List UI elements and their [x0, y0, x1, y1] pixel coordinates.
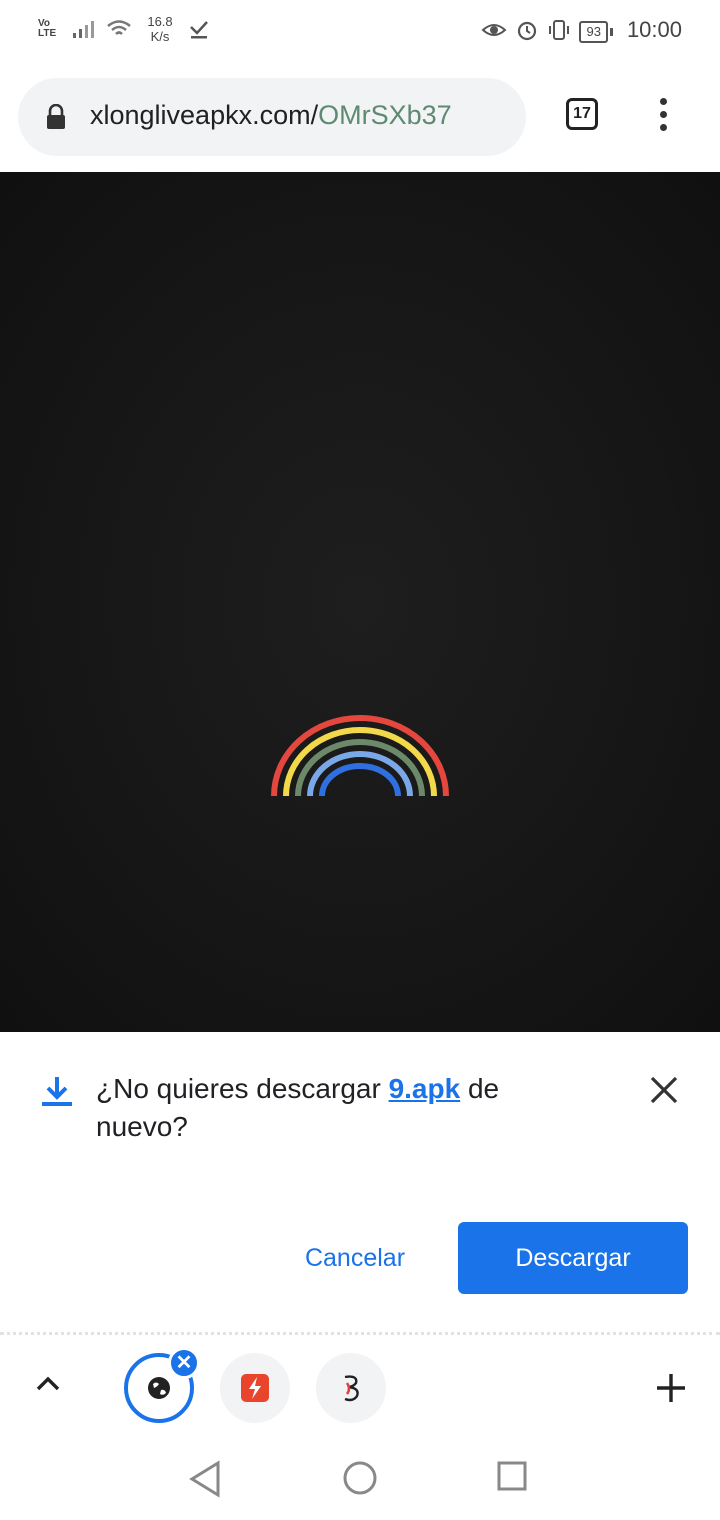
home-icon[interactable]	[342, 1460, 378, 1496]
rainbow-loader-icon	[271, 715, 449, 797]
menu-dot	[659, 98, 667, 105]
menu-dot	[659, 111, 667, 118]
lightning-app-icon	[241, 1374, 269, 1402]
download-prompt: ¿No quieres descargar 9.apk de nuevo? Ca…	[0, 1032, 720, 1332]
tab-strip: ✕	[0, 1332, 720, 1441]
alarm-icon	[518, 21, 537, 40]
wifi-icon	[107, 20, 131, 35]
menu-button[interactable]	[656, 98, 670, 138]
url-text[interactable]: xlongliveapkx.com/OMrSXb37	[90, 100, 520, 131]
network-speed-unit: K/s	[150, 29, 170, 44]
status-left: Vo LTE 16.8 K/s	[38, 14, 210, 44]
menu-dot	[659, 124, 667, 131]
browser-toolbar: xlongliveapkx.com/OMrSXb37 17	[0, 64, 720, 172]
status-bar: Vo LTE 16.8 K/s 93 10:00	[0, 0, 720, 64]
signal-icon	[73, 21, 94, 38]
battery-indicator: 93	[579, 16, 618, 43]
b-logo-icon	[344, 1375, 359, 1402]
battery-level: 93	[579, 21, 608, 43]
cancel-button[interactable]: Cancelar	[282, 1222, 428, 1294]
clock-time: 10:00	[626, 16, 682, 42]
download-icon	[42, 1077, 72, 1106]
eye-icon	[481, 23, 507, 36]
tab-item[interactable]	[220, 1353, 290, 1423]
download-done-icon	[190, 21, 208, 39]
network-speed: 16.8 K/s	[142, 14, 178, 44]
close-icon[interactable]	[648, 1074, 680, 1106]
address-bar[interactable]: xlongliveapkx.com/OMrSXb37	[18, 78, 526, 156]
lock-icon	[47, 104, 65, 129]
status-right: 93 10:00	[481, 16, 682, 43]
battery-nub	[609, 28, 613, 36]
chevron-up-icon[interactable]	[34, 1373, 62, 1393]
close-tab-button[interactable]: ✕	[168, 1347, 200, 1379]
url-path: OMrSXb37	[318, 100, 452, 130]
tab-switcher-button[interactable]: 17	[566, 98, 598, 130]
navigation-bar	[0, 1438, 720, 1520]
plus-icon[interactable]	[654, 1371, 688, 1405]
globe-icon	[148, 1377, 170, 1399]
file-name-link[interactable]: 9.apk	[389, 1073, 461, 1104]
download-message: ¿No quieres descargar 9.apk de nuevo?	[96, 1070, 576, 1146]
back-icon[interactable]	[188, 1460, 222, 1498]
url-domain: xlongliveapkx.com/	[90, 100, 319, 130]
web-content	[0, 172, 720, 1032]
download-button[interactable]: Descargar	[458, 1222, 688, 1294]
volte-label: Vo LTE	[38, 18, 57, 39]
network-speed-value: 16.8	[147, 14, 173, 29]
vibrate-icon	[549, 19, 570, 40]
tab-item[interactable]	[316, 1353, 386, 1423]
download-message-start: ¿No quieres descargar	[96, 1073, 389, 1104]
recent-apps-icon[interactable]	[496, 1460, 528, 1492]
